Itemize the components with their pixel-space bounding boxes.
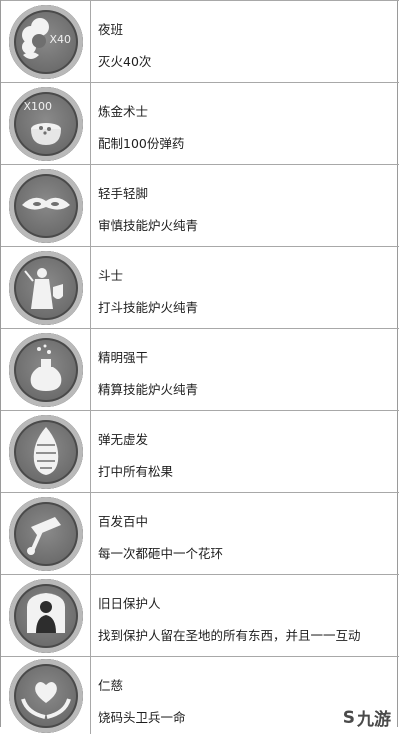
smoke-icon: X40 — [8, 4, 83, 79]
achievement-name: 仁慈 — [98, 678, 124, 693]
watermark-text: 九游 — [357, 710, 391, 730]
achievement-row: 仁慈 饶码头卫兵一命 S 九游 — [1, 656, 399, 734]
pinecone-icon — [8, 414, 83, 489]
achievement-desc: 审慎技能炉火纯青 — [98, 218, 199, 233]
fighter-icon — [8, 250, 83, 325]
watermark-logo-icon: S — [342, 707, 355, 728]
guardian-icon — [8, 578, 83, 653]
achievement-icon-cell — [1, 165, 91, 246]
mask-icon — [8, 168, 83, 243]
cauldron-icon: X100 — [8, 86, 83, 161]
achievement-desc: 精算技能炉火纯青 — [98, 382, 199, 397]
achievement-icon-cell — [1, 575, 91, 656]
heart-hands-icon — [8, 658, 83, 733]
achievement-desc: 找到保护人留在圣地的所有东西，并且一一互动 — [98, 628, 361, 643]
watermark: S 九游 — [342, 705, 391, 731]
achievement-icon-cell — [1, 329, 91, 410]
achievement-row: 百发百中 每一次都砸中一个花环 — [1, 492, 399, 574]
achievement-row: X100 炼金术士 配制100份弹药 — [1, 82, 399, 164]
achievement-table: X40 夜班 灭火40次 X100 炼金术士 配制100份弹药 轻手轻脚 审慎技… — [0, 0, 399, 734]
achievement-row: 精明强干 精算技能炉火纯青 — [1, 328, 399, 410]
achievement-desc: 饶码头卫兵一命 — [98, 710, 186, 725]
multiplier-label: X40 — [49, 32, 72, 46]
achievement-name: 夜班 — [98, 22, 124, 37]
achievement-row: 斗士 打斗技能炉火纯青 — [1, 246, 399, 328]
achievement-desc: 每一次都砸中一个花环 — [98, 546, 224, 561]
achievement-desc: 配制100份弹药 — [98, 136, 185, 151]
achievement-desc: 打中所有松果 — [98, 464, 174, 479]
achievement-row: 旧日保护人 找到保护人留在圣地的所有东西，并且一一互动 — [1, 574, 399, 656]
achievement-icon-cell — [1, 493, 91, 574]
achievement-name: 百发百中 — [98, 514, 149, 529]
achievement-name: 炼金术士 — [98, 104, 149, 119]
achievement-row: X40 夜班 灭火40次 — [1, 0, 399, 82]
achievement-name: 旧日保护人 — [98, 596, 161, 611]
achievement-name: 轻手轻脚 — [98, 186, 149, 201]
achievement-icon-cell — [1, 657, 91, 734]
achievement-row: 弹无虚发 打中所有松果 — [1, 410, 399, 492]
achievement-icon-cell — [1, 247, 91, 328]
slingshot-icon — [8, 496, 83, 571]
achievement-row: 轻手轻脚 审慎技能炉火纯青 — [1, 164, 399, 246]
achievement-desc: 灭火40次 — [98, 54, 152, 69]
achievement-desc: 打斗技能炉火纯青 — [98, 300, 199, 315]
achievement-name: 弹无虚发 — [98, 432, 149, 447]
flask-icon — [8, 332, 83, 407]
achievement-name: 斗士 — [98, 268, 124, 283]
achievement-icon-cell: X100 — [1, 83, 91, 164]
achievement-icon-cell — [1, 411, 91, 492]
achievement-icon-cell: X40 — [1, 1, 91, 82]
achievement-name: 精明强干 — [98, 350, 149, 365]
